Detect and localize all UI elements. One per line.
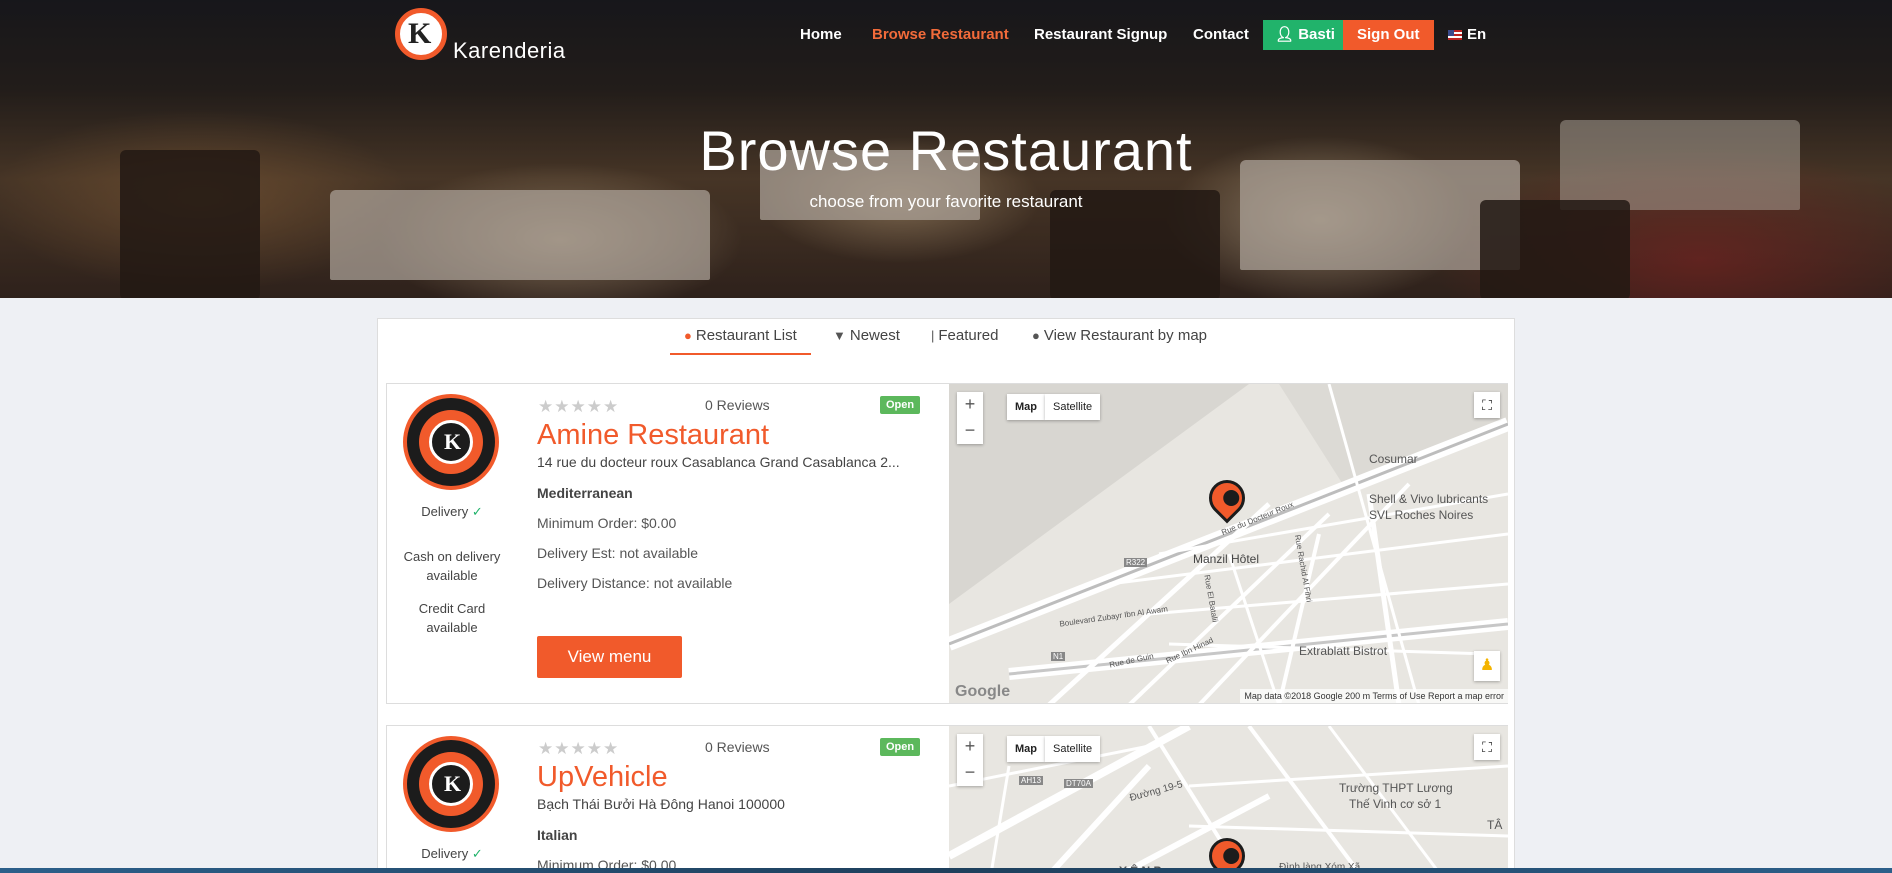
main-nav: Home Browse Restaurant Restaurant Signup… [0,20,1892,50]
restaurant-logo[interactable]: K [403,394,499,490]
check-icon: ✓ [471,846,483,861]
page-title: Browse Restaurant [699,119,1193,182]
map-label: Trường THPT Lương [1339,781,1453,795]
restaurant-map-pin[interactable] [1201,472,1253,524]
map-label: Extrablatt Bistrot [1299,644,1388,658]
restaurant-address: Bạch Thái Bưởi Hà Đông Hanoi 100000 [537,796,785,812]
check-icon: ✓ [471,504,483,519]
delivery-label: Delivery ✓ [421,846,483,861]
zoom-out-button[interactable]: − [957,418,983,444]
cash-on-delivery: Cash on delivery available [403,549,501,583]
map-type-satellite[interactable]: Satellite [1045,394,1101,420]
restaurant-address: 14 rue du docteur roux Casablanca Grand … [537,454,900,470]
map-footer: Map data ©2018 Google 200 m Terms of Use… [1240,689,1508,703]
tab-featured[interactable]: | Featured [931,327,998,355]
restaurant-card: K Delivery ✓ Cash on delivery available … [386,383,1508,704]
road-badge: AH13 [1019,776,1044,785]
restaurant-name[interactable]: UpVehicle [537,761,668,794]
sign-out-button[interactable]: Sign Out [1343,20,1434,50]
page-subtitle: choose from your favorite restaurant [809,192,1083,211]
map-label: Thế Vinh cơ sở 1 [1349,797,1442,811]
fullscreen-icon[interactable]: ⛶ [1474,734,1500,760]
restaurant-logo[interactable]: K [403,736,499,832]
star-rating: ★★★★★ [538,397,620,416]
map-label: Manzil Hôtel [1193,552,1260,566]
map-type-map[interactable]: Map [1007,394,1045,420]
map-zoom-controls: + − [957,734,983,786]
tab-restaurant-list[interactable]: ● Restaurant List [670,327,811,355]
language-selector[interactable]: En [1448,20,1486,50]
restaurant-card: K Delivery ✓ ★★★★★ 0 Reviews Open UpVehi… [386,725,1508,873]
restaurant-name[interactable]: Amine Restaurant [537,419,769,452]
hero-banner: K Karenderia Home Browse Restaurant Rest… [0,0,1892,298]
map-label: SVL Roches Noires [1369,508,1474,522]
map-roads [949,384,1508,703]
map-label: TÂ [1487,818,1503,832]
minimum-order: Minimum Order: $0.00 [537,515,677,531]
restaurant-map[interactable]: Cosumar Shell & Vivo lubricants SVL Roch… [949,384,1508,703]
map-zoom-controls: + − [957,392,983,444]
us-flag-icon [1448,30,1462,41]
map-type-satellite[interactable]: Satellite [1045,736,1101,762]
map-type-map[interactable]: Map [1007,736,1045,762]
pizza-icon: ▼ [833,328,846,343]
review-count[interactable]: 0 Reviews [705,397,770,413]
utensil-icon: | [931,328,935,343]
map-label: Cosumar [1369,452,1418,466]
bottom-edge [0,868,1892,873]
delivery-estimate: Delivery Est: not available [537,545,699,561]
tab-newest[interactable]: ▼ Newest [833,327,900,355]
nav-restaurant-signup[interactable]: Restaurant Signup [1034,20,1167,50]
status-badge: Open [880,396,921,414]
map-label: Shell & Vivo lubricants [1369,492,1489,506]
status-badge: Open [880,738,921,756]
view-menu-button[interactable]: View menu [537,636,682,678]
delivery-distance: Delivery Distance: not available [537,575,733,591]
restaurant-map[interactable]: AH13 DT70A Đường 19-5 Trường THPT Lương … [949,726,1508,873]
restaurant-tabs: ● Restaurant List ▼ Newest | Featured ● View… [377,318,1515,357]
fullscreen-icon[interactable]: ⛶ [1474,392,1500,418]
credit-card: Credit Card available [418,601,486,635]
star-rating: ★★★★★ [538,739,620,758]
tab-view-by-map[interactable]: ● View Restaurant by map [1032,327,1207,355]
zoom-in-button[interactable]: + [957,392,983,418]
road-badge: DT70A [1064,779,1093,788]
user-button[interactable]: 👤︎ Basti [1263,20,1347,50]
pegman-icon[interactable]: ♟ [1474,651,1500,681]
review-count[interactable]: 0 Reviews [705,739,770,755]
cuisine: Mediterranean [537,485,633,501]
nav-home[interactable]: Home [800,20,842,50]
zoom-out-button[interactable]: − [957,760,983,786]
user-icon: 👤︎ [1275,26,1295,43]
nav-contact[interactable]: Contact [1193,20,1249,50]
nav-browse-restaurant[interactable]: Browse Restaurant [872,20,1009,50]
zoom-in-button[interactable]: + [957,734,983,760]
road-badge: N1 [1051,652,1066,661]
delivery-label: Delivery ✓ [421,504,483,519]
google-logo: Google [955,683,1011,700]
globe-icon: ● [1032,328,1040,343]
cuisine: Italian [537,827,578,843]
bowl-icon: ● [684,328,692,343]
road-badge: R322 [1124,558,1148,567]
